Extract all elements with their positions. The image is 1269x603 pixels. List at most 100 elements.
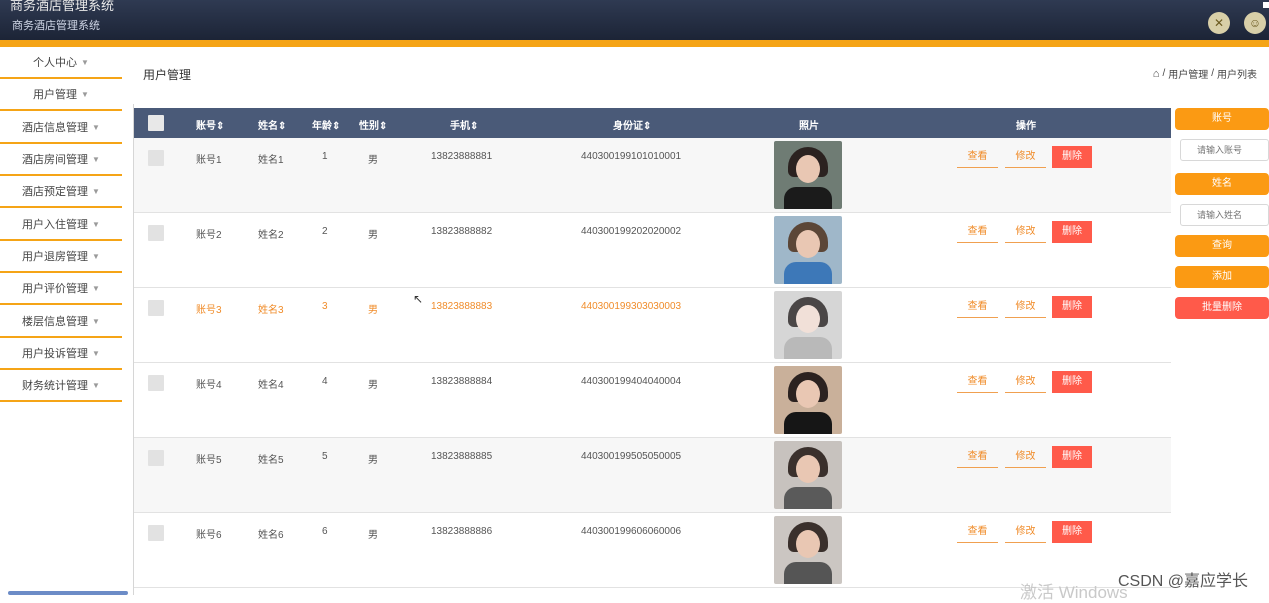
row-checkbox[interactable] [148,450,164,466]
cell-age: 4 [322,376,328,387]
delete-button[interactable]: 删除 [1052,371,1092,393]
batch-delete-button[interactable]: 批量删除 [1175,297,1269,319]
delete-button[interactable]: 删除 [1052,296,1092,318]
edit-button[interactable]: 修改 [1005,521,1046,543]
user-photo[interactable] [774,366,842,434]
sidebar-item-personal-center[interactable]: 个人中心 ▼ [0,47,122,79]
table-row[interactable]: 账号1 姓名1 1 男 13823888881 4403001991010100… [134,138,1171,213]
edit-button[interactable]: 修改 [1005,221,1046,243]
system-title: 商务酒店管理系统 [10,0,115,13]
column-header-phone[interactable]: 手机⇕ [450,117,478,132]
edit-button[interactable]: 修改 [1005,296,1046,318]
view-button[interactable]: 查看 [957,446,998,468]
name-search-input[interactable] [1180,204,1269,226]
cell-age: 2 [322,226,328,237]
sidebar-item-check-out[interactable]: 用户退房管理 ▼ [0,241,122,273]
sort-icon[interactable]: ⇕ [216,121,224,132]
user-photo[interactable] [774,291,842,359]
cell-account: 账号4 [196,380,222,391]
edit-button[interactable]: 修改 [1005,371,1046,393]
row-checkbox[interactable] [148,150,164,166]
view-button[interactable]: 查看 [957,146,998,168]
column-header-name[interactable]: 姓名⇕ [258,117,286,132]
cell-name: 姓名5 [258,455,284,466]
column-header-id-card[interactable]: 身份证⇕ [613,117,651,132]
photo-body [784,562,832,584]
sidebar-scrollbar[interactable] [8,591,128,595]
column-header-account[interactable]: 账号⇕ [196,117,224,132]
sidebar-item-label: 用户管理 [33,89,78,101]
select-all-checkbox[interactable] [148,115,164,131]
system-subtitle: 商务酒店管理系统 [12,20,100,32]
sidebar-item-complaints[interactable]: 用户投诉管理 ▼ [0,338,122,370]
user-photo[interactable] [774,441,842,509]
name-search-label: 姓名 [1175,173,1269,195]
sidebar-item-hotel-booking[interactable]: 酒店预定管理 ▼ [0,176,122,208]
column-header-photo: 照片 [799,121,819,132]
chevron-down-icon: ▼ [92,316,100,326]
sort-icon[interactable]: ⇕ [332,121,340,132]
account-search-input[interactable] [1180,139,1269,161]
cell-gender: 男 [368,230,378,241]
column-header-age[interactable]: 年龄⇕ [312,117,340,132]
table-row[interactable]: 账号3 姓名3 3 男 13823888883 4403001993030300… [134,288,1171,363]
sort-icon[interactable]: ⇕ [379,121,387,132]
photo-face [796,230,820,258]
cell-phone: 13823888884 [431,376,493,387]
edit-button[interactable]: 修改 [1005,446,1046,468]
edit-button[interactable]: 修改 [1005,146,1046,168]
cell-age: 3 [322,301,328,312]
table-row [134,588,1171,595]
delete-button[interactable]: 删除 [1052,446,1092,468]
settings-icon[interactable]: ✕ [1208,12,1230,34]
cell-phone: 13823888885 [431,451,493,462]
table-row[interactable]: 账号5 姓名5 5 男 13823888885 4403001995050500… [134,438,1171,513]
user-photo[interactable] [774,516,842,584]
window-corner-mark [1263,2,1269,8]
view-button[interactable]: 查看 [957,371,998,393]
user-photo[interactable] [774,216,842,284]
user-photo[interactable] [774,141,842,209]
sidebar-item-reviews[interactable]: 用户评价管理 ▼ [0,273,122,305]
add-button[interactable]: 添加 [1175,266,1269,288]
sidebar-item-hotel-rooms[interactable]: 酒店房间管理 ▼ [0,144,122,176]
home-icon[interactable]: ⌂ [1153,68,1160,80]
account-search-label: 账号 [1175,108,1269,130]
delete-button[interactable]: 删除 [1052,521,1092,543]
cell-phone: 13823888881 [431,151,493,162]
breadcrumb-item[interactable]: 用户管理 [1168,66,1208,81]
row-checkbox[interactable] [148,300,164,316]
sort-icon[interactable]: ⇕ [643,121,651,132]
chevron-down-icon: ▼ [92,380,100,390]
photo-body [784,487,832,509]
sidebar-item-label: 酒店预定管理 [22,186,88,198]
view-button[interactable]: 查看 [957,296,998,318]
chevron-down-icon: ▼ [92,251,100,261]
sort-icon[interactable]: ⇕ [278,121,286,132]
table-row[interactable]: 账号4 姓名4 4 男 13823888884 4403001994040400… [134,363,1171,438]
query-button[interactable]: 查询 [1175,235,1269,257]
column-header-gender[interactable]: 性别⇕ [359,117,387,132]
table-row[interactable]: 账号6 姓名6 6 男 13823888886 4403001996060600… [134,513,1171,588]
user-table: 账号⇕ 姓名⇕ 年龄⇕ 性别⇕ 手机⇕ 身份证⇕ 照片 操作 账号1 姓名1 1… [134,108,1171,595]
sidebar-item-check-in[interactable]: 用户入住管理 ▼ [0,209,122,241]
delete-button[interactable]: 删除 [1052,146,1092,168]
view-button[interactable]: 查看 [957,521,998,543]
sort-icon[interactable]: ⇕ [470,121,478,132]
cell-account: 账号2 [196,230,222,241]
sidebar-item-hotel-info[interactable]: 酒店信息管理 ▼ [0,112,122,144]
sidebar-item-floors[interactable]: 楼层信息管理 ▼ [0,306,122,338]
photo-body [784,337,832,359]
row-checkbox[interactable] [148,225,164,241]
table-row[interactable]: 账号2 姓名2 2 男 13823888882 4403001992020200… [134,213,1171,288]
row-checkbox[interactable] [148,375,164,391]
chevron-down-icon: ▼ [81,89,89,99]
header-accent-stripe [0,40,1269,47]
delete-button[interactable]: 删除 [1052,221,1092,243]
user-avatar-icon[interactable]: ☺ [1244,12,1266,34]
sidebar-item-finance[interactable]: 财务统计管理 ▼ [0,370,122,402]
sidebar-item-user-management[interactable]: 用户管理 ▼ [0,79,122,111]
view-button[interactable]: 查看 [957,221,998,243]
row-checkbox[interactable] [148,525,164,541]
photo-face [796,380,820,408]
